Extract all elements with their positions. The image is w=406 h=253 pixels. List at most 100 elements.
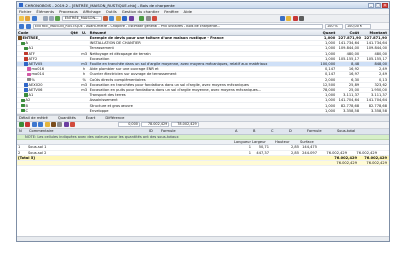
row-code[interactable]: AETV06 [17, 88, 69, 92]
row-mont[interactable]: 2,49 [361, 67, 389, 71]
help-icon[interactable] [279, 16, 285, 21]
row-quant[interactable]: 1,000 [311, 41, 337, 45]
row-cout[interactable]: 3.111,37 [337, 93, 361, 97]
row-un[interactable]: h [79, 67, 89, 71]
row-quant[interactable]: 78,000 [311, 88, 337, 92]
row-mont[interactable]: 3.358,58 [361, 109, 389, 113]
row-code[interactable]: AEX020 [17, 83, 69, 87]
excel-icon[interactable] [70, 122, 76, 128]
row-quant[interactable]: 1,000 [311, 93, 337, 97]
row-mont[interactable]: 109.844,00 [361, 46, 389, 50]
row-res[interactable]: INSTALLATION DE CHANTIER [89, 41, 312, 45]
path-field[interactable]: ENTRÉE_MAISON... [61, 16, 102, 21]
row-mont[interactable]: 0,13 [361, 78, 389, 82]
chart-icon[interactable] [63, 122, 69, 128]
zoom-combo[interactable]: 100 % [325, 23, 343, 29]
add-line-icon[interactable] [19, 122, 24, 128]
menu-site[interactable]: Gestion du chantier [122, 9, 159, 14]
row-mont[interactable]: 141.704,64 [361, 98, 389, 102]
row-quant[interactable]: 1,000 [311, 52, 337, 56]
quantity-field[interactable]: 0,000 [117, 122, 140, 128]
difference-field[interactable]: 78.002,429 [170, 122, 199, 128]
row-res[interactable]: Excavation [89, 57, 312, 61]
undo-icon[interactable] [42, 16, 48, 21]
col-quantity[interactable]: Quant [311, 31, 337, 35]
row-res[interactable]: Nettoyage et décapage de terrain [89, 52, 312, 56]
stop-icon[interactable] [292, 16, 298, 21]
row-code[interactable]: C [17, 109, 69, 113]
row-un[interactable]: h [79, 72, 89, 76]
row-mont[interactable]: 82.778,68 [361, 104, 389, 108]
remove-line-icon[interactable] [25, 122, 31, 128]
row-cout[interactable]: 141.734,64 [337, 41, 361, 45]
close-button[interactable]: × [382, 2, 388, 8]
row-quant[interactable]: 100,000 [311, 62, 337, 66]
col-unit[interactable]: U. [79, 31, 89, 35]
row-mont[interactable]: 3.111,37 [361, 93, 389, 97]
row-cout[interactable]: 480,00 [337, 52, 361, 56]
row-code[interactable]: AETV05 [17, 62, 69, 66]
row-code[interactable]: A [17, 41, 69, 45]
menu-file[interactable]: Fichier [19, 9, 31, 14]
filter-icon[interactable] [128, 16, 134, 21]
row-quant[interactable]: 0,147 [311, 72, 337, 76]
col-qte[interactable]: Qté [69, 31, 79, 35]
row-mont[interactable]: 141.734,64 [361, 41, 389, 45]
row-res[interactable]: Fouille en tranchée dans un sol d'argile… [89, 62, 312, 66]
row-un[interactable]: m3 [79, 62, 89, 66]
row-mont[interactable]: 227.871,90 [361, 36, 389, 40]
row-quant[interactable]: 0,147 [311, 67, 337, 71]
menu-elements[interactable]: Éléments [36, 9, 54, 14]
measure-comment[interactable]: Sous-sol 1 [27, 145, 233, 149]
row-cout[interactable]: 141.704,64 [337, 98, 361, 102]
row-code[interactable]: % [17, 78, 69, 82]
row-cout[interactable]: 227.871,90 [337, 36, 361, 40]
copy-line-icon[interactable] [57, 122, 63, 128]
report-icon[interactable] [152, 16, 158, 21]
row-res[interactable]: Ouvrier électricien sur ouvrage de terra… [89, 72, 312, 76]
row-cout[interactable]: 25,89 [337, 83, 361, 87]
new-icon[interactable] [19, 16, 24, 21]
row-code[interactable]: A1 [17, 93, 69, 97]
row-un[interactable]: m3 [79, 52, 89, 56]
row-cout[interactable]: 16,92 [337, 67, 361, 71]
row-cout[interactable]: 8,48 [337, 62, 361, 66]
paste-icon[interactable] [115, 16, 121, 21]
delete-icon[interactable] [122, 16, 128, 21]
doc-title-combo[interactable]: ENTRÉE_MAISON_RUSTIQUE - Avant-métré - C… [33, 23, 323, 29]
menu-process[interactable]: Processus [59, 9, 78, 14]
calc-icon[interactable] [139, 16, 145, 21]
row-un[interactable]: m3 [79, 83, 89, 87]
row-quant[interactable]: 1,000 [311, 104, 337, 108]
page-field[interactable]: 100,00 € [345, 23, 371, 29]
row-mont[interactable]: 1.950,00 [361, 88, 389, 92]
row-cout[interactable]: 109.844,00 [337, 46, 361, 50]
settings-icon[interactable] [299, 16, 305, 21]
row-quant[interactable]: 1,000 [311, 109, 337, 113]
save-icon[interactable] [31, 16, 37, 21]
gap-field[interactable]: 78.002,429 [141, 122, 170, 128]
formula-icon[interactable] [44, 122, 50, 128]
row-quant[interactable]: 1,000 [311, 57, 337, 61]
menu-window[interactable]: Fenêtre [164, 9, 178, 14]
row-code[interactable]: A2 [17, 98, 69, 102]
row-cout[interactable]: 25,00 [337, 88, 361, 92]
row-quant[interactable]: 1,000 [311, 46, 337, 50]
row-un[interactable]: % [79, 78, 89, 82]
print-icon[interactable] [145, 16, 151, 21]
row-quant[interactable]: 12,500 [311, 83, 337, 87]
row-mont[interactable]: 2,49 [361, 72, 389, 76]
row-quant[interactable]: 1,000 [311, 98, 337, 102]
row-res[interactable]: Enveloppe [89, 109, 312, 113]
row-mont[interactable]: 848,00 [361, 62, 389, 66]
row-un[interactable]: m3 [79, 88, 89, 92]
menu-view[interactable]: Affichage [83, 9, 101, 14]
row-res[interactable]: Terrassement [89, 46, 312, 50]
row-res[interactable]: Coûts directs complémentaires [89, 78, 312, 82]
row-mont[interactable]: 105.155,17 [361, 57, 389, 61]
row-cout[interactable]: 82.778,68 [337, 104, 361, 108]
row-quant[interactable]: 2,000 [311, 78, 337, 82]
measure-comment[interactable]: Sous-sol 2 [27, 151, 233, 155]
row-res[interactable]: Excavation en puits pour fondations dans… [89, 88, 312, 92]
col-code[interactable]: Code [17, 31, 69, 35]
